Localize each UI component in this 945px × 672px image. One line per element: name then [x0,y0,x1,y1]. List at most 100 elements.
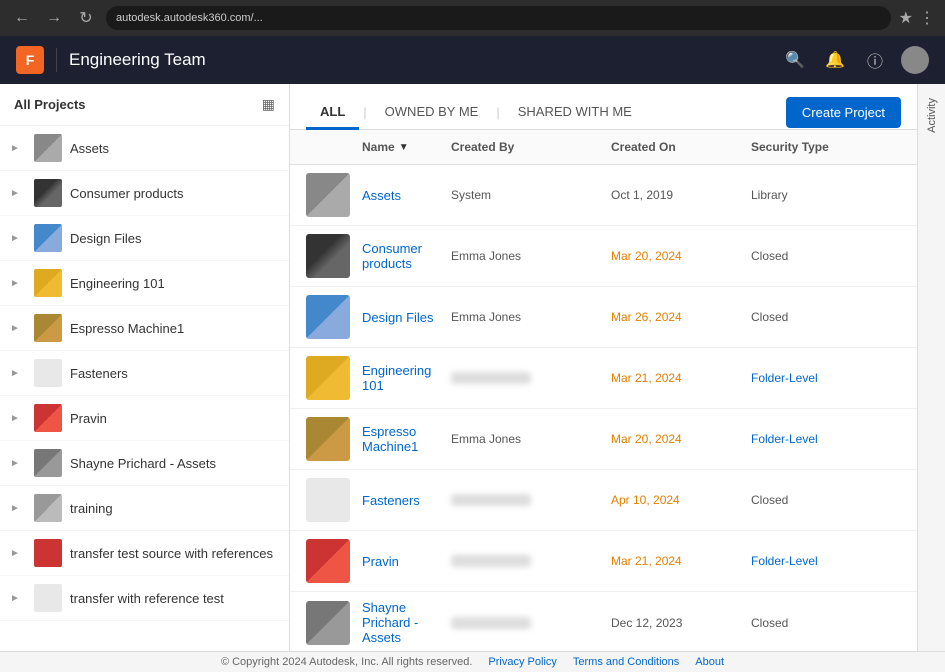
row-security-2: Closed [751,310,901,324]
row-security-3: Folder-Level [751,371,901,385]
url-bar[interactable]: autodesk.autodesk360.com/... [106,6,891,30]
app-body: All Projects ▦ ► Assets ► Consumer produ… [0,84,945,651]
help-button[interactable]: ⓘ [861,46,889,74]
sidebar-thumb-transfer-ref-test [34,584,62,612]
row-date-4: Mar 20, 2024 [611,432,751,446]
activity-label: Activity [926,98,938,133]
row-thumb-1 [306,234,350,278]
sidebar-thumb-fasteners [34,359,62,387]
tab-owned-by-me[interactable]: OWNED BY ME [371,96,493,130]
table-row[interactable]: Espresso Machine1 Emma Jones Mar 20, 202… [290,409,917,470]
row-creator-4: Emma Jones [451,432,611,446]
sidebar-chevron-espresso-machine1: ► [10,323,26,334]
bookmark-button[interactable]: ★ [899,8,913,28]
sidebar-thumb-training [34,494,62,522]
sidebar-label-engineering-101: Engineering 101 [70,276,165,291]
row-name-6[interactable]: Pravin [362,554,451,569]
col-header-created-on: Created On [611,140,751,154]
row-name-2[interactable]: Design Files [362,310,451,325]
sidebar-item-consumer-products[interactable]: ► Consumer products [0,171,289,216]
sidebar-thumb-assets [34,134,62,162]
menu-button[interactable]: ⋮ [919,8,935,28]
sidebar-title: All Projects [14,97,86,112]
filter-icon[interactable]: ▦ [262,96,275,113]
sidebar-label-pravin: Pravin [70,411,107,426]
forward-button[interactable]: → [42,6,66,30]
sidebar-label-fasteners: Fasteners [70,366,128,381]
tab-shared-with-me[interactable]: SHARED WITH ME [504,96,646,130]
blurred-creator [451,617,531,629]
row-name-7[interactable]: Shayne Prichard - Assets [362,600,451,645]
table-header: Name ▼ Created By Created On Security Ty… [290,130,917,165]
sidebar-label-consumer-products: Consumer products [70,186,183,201]
tabs-left: ALL | OWNED BY ME | SHARED WITH ME [306,96,646,129]
sidebar-thumb-design-files [34,224,62,252]
row-thumb-3 [306,356,350,400]
user-avatar[interactable] [901,46,929,74]
blurred-creator [451,372,531,384]
app-logo: F [16,46,44,74]
sidebar-item-training[interactable]: ► training [0,486,289,531]
table-row[interactable]: Shayne Prichard - Assets Dec 12, 2023 Cl… [290,592,917,651]
activity-panel[interactable]: Activity [917,84,945,651]
sidebar-chevron-transfer-test-source: ► [10,548,26,559]
main-area: ALL | OWNED BY ME | SHARED WITH ME Creat… [290,84,945,651]
row-name-3[interactable]: Engineering 101 [362,363,451,393]
row-name-0[interactable]: Assets [362,188,451,203]
row-date-6: Mar 21, 2024 [611,554,751,568]
footer-privacy-policy[interactable]: Privacy Policy [488,656,556,668]
row-security-5: Closed [751,493,901,507]
table-row[interactable]: Assets System Oct 1, 2019 Library [290,165,917,226]
row-date-2: Mar 26, 2024 [611,310,751,324]
search-button[interactable]: 🔍 [781,46,809,74]
footer-about[interactable]: About [695,656,724,668]
row-name-4[interactable]: Espresso Machine1 [362,424,451,454]
row-security-7: Closed [751,616,901,630]
sidebar-chevron-assets: ► [10,143,26,154]
sidebar-item-transfer-test-source[interactable]: ► transfer test source with references [0,531,289,576]
row-name-5[interactable]: Fasteners [362,493,451,508]
col-header-name[interactable]: Name ▼ [362,140,451,154]
sidebar-chevron-design-files: ► [10,233,26,244]
sidebar-item-espresso-machine1[interactable]: ► Espresso Machine1 [0,306,289,351]
sidebar-label-espresso-machine1: Espresso Machine1 [70,321,184,336]
create-project-button[interactable]: Create Project [786,97,901,128]
projects-table: Name ▼ Created By Created On Security Ty… [290,130,917,651]
sidebar-label-transfer-test-source: transfer test source with references [70,546,273,561]
back-button[interactable]: ← [10,6,34,30]
table-row[interactable]: Consumer products Emma Jones Mar 20, 202… [290,226,917,287]
app-header: F Engineering Team 🔍 🔔 ⓘ [0,36,945,84]
row-thumb-4 [306,417,350,461]
sidebar-list: ► Assets ► Consumer products ► Design Fi… [0,126,289,651]
tab-sep-2: | [496,105,499,120]
row-name-1[interactable]: Consumer products [362,241,451,271]
sidebar-label-assets: Assets [70,141,109,156]
sidebar-item-design-files[interactable]: ► Design Files [0,216,289,261]
sidebar-item-pravin[interactable]: ► Pravin [0,396,289,441]
row-date-1: Mar 20, 2024 [611,249,751,263]
table-row[interactable]: Fasteners Apr 10, 2024 Closed [290,470,917,531]
table-row[interactable]: Design Files Emma Jones Mar 26, 2024 Clo… [290,287,917,348]
sidebar-item-transfer-ref-test[interactable]: ► transfer with reference test [0,576,289,621]
sidebar-item-shayne-assets[interactable]: ► Shayne Prichard - Assets [0,441,289,486]
sidebar-chevron-consumer-products: ► [10,188,26,199]
row-creator-2: Emma Jones [451,310,611,324]
row-creator-1: Emma Jones [451,249,611,263]
notifications-button[interactable]: 🔔 [821,46,849,74]
app-title: Engineering Team [69,50,781,70]
sidebar-item-assets[interactable]: ► Assets [0,126,289,171]
sidebar-chevron-transfer-ref-test: ► [10,593,26,604]
row-thumb-7 [306,601,350,645]
sort-arrow-icon: ▼ [399,142,409,153]
table-row[interactable]: Engineering 101 Mar 21, 2024 Folder-Leve… [290,348,917,409]
footer-terms[interactable]: Terms and Conditions [573,656,679,668]
row-date-5: Apr 10, 2024 [611,493,751,507]
tab-sep-1: | [363,105,366,120]
main-content: ALL | OWNED BY ME | SHARED WITH ME Creat… [290,84,917,651]
refresh-button[interactable]: ↻ [74,6,98,30]
tab-all[interactable]: ALL [306,96,359,130]
sidebar-item-fasteners[interactable]: ► Fasteners [0,351,289,396]
sidebar-label-training: training [70,501,113,516]
table-row[interactable]: Pravin Mar 21, 2024 Folder-Level [290,531,917,592]
sidebar-item-engineering-101[interactable]: ► Engineering 101 [0,261,289,306]
